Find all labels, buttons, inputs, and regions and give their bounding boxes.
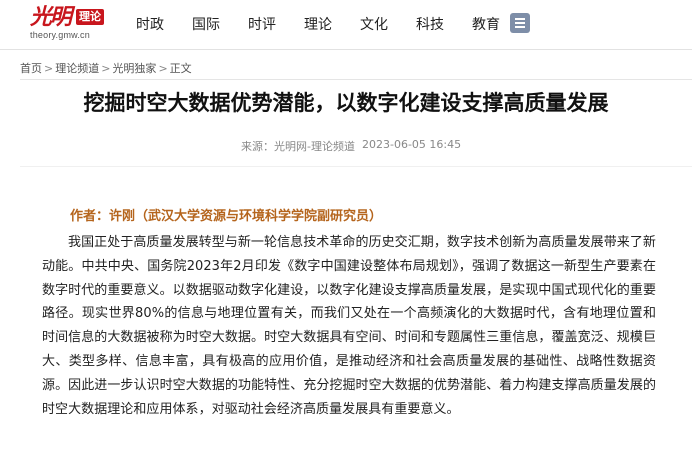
nav-item-commentary[interactable]: 时评 bbox=[248, 14, 276, 36]
menu-icon[interactable] bbox=[510, 13, 530, 33]
breadcrumb-separator: > bbox=[101, 62, 111, 75]
logo-mark: 光明 bbox=[30, 4, 72, 30]
main-nav: 时政 国际 时评 理论 文化 科技 教育 bbox=[136, 14, 528, 36]
nav-item-politics[interactable]: 时政 bbox=[136, 14, 164, 36]
menu-icon-line bbox=[515, 26, 525, 28]
article-paragraph: 我国正处于高质量发展转型与新一轮信息技术革命的历史交汇期，数字技术创新为高质量发… bbox=[42, 235, 656, 417]
nav-item-culture[interactable]: 文化 bbox=[360, 14, 388, 36]
article-time: 2023-06-05 16:45 bbox=[362, 138, 462, 151]
nav-item-education[interactable]: 教育 bbox=[472, 14, 500, 36]
article-author: 作者：许刚（武汉大学资源与环境科学学院副研究员） bbox=[70, 209, 383, 224]
article-title: 挖掘时空大数据优势潜能，以数字化建设支撑高质量发展 bbox=[83, 91, 609, 115]
nav-item-technology[interactable]: 科技 bbox=[416, 14, 444, 36]
site-logo[interactable]: 光明 理论 theory.gmw.cn bbox=[30, 5, 110, 43]
menu-icon-line bbox=[515, 18, 525, 20]
breadcrumb: 首页 > 理论频道 > 光明独家 > 正文 bbox=[20, 60, 192, 76]
breadcrumb-divider bbox=[20, 79, 692, 80]
top-nav-bar: 光明 理论 theory.gmw.cn 时政 国际 时评 理论 文化 科技 教育 bbox=[0, 0, 692, 50]
meta-divider bbox=[20, 166, 692, 167]
breadcrumb-exclusive[interactable]: 光明独家 bbox=[112, 62, 156, 75]
breadcrumb-home[interactable]: 首页 bbox=[20, 62, 42, 75]
breadcrumb-separator: > bbox=[158, 62, 168, 75]
article-source: 来源：光明网-理论频道 bbox=[241, 140, 355, 153]
menu-icon-line bbox=[515, 22, 525, 24]
logo-badge: 理论 bbox=[76, 9, 104, 25]
breadcrumb-current: 正文 bbox=[169, 62, 192, 75]
breadcrumb-separator: > bbox=[44, 62, 54, 75]
nav-item-international[interactable]: 国际 bbox=[192, 14, 220, 36]
logo-url: theory.gmw.cn bbox=[30, 30, 90, 40]
nav-item-theory[interactable]: 理论 bbox=[304, 14, 332, 36]
breadcrumb-theory-channel[interactable]: 理论频道 bbox=[55, 62, 99, 75]
